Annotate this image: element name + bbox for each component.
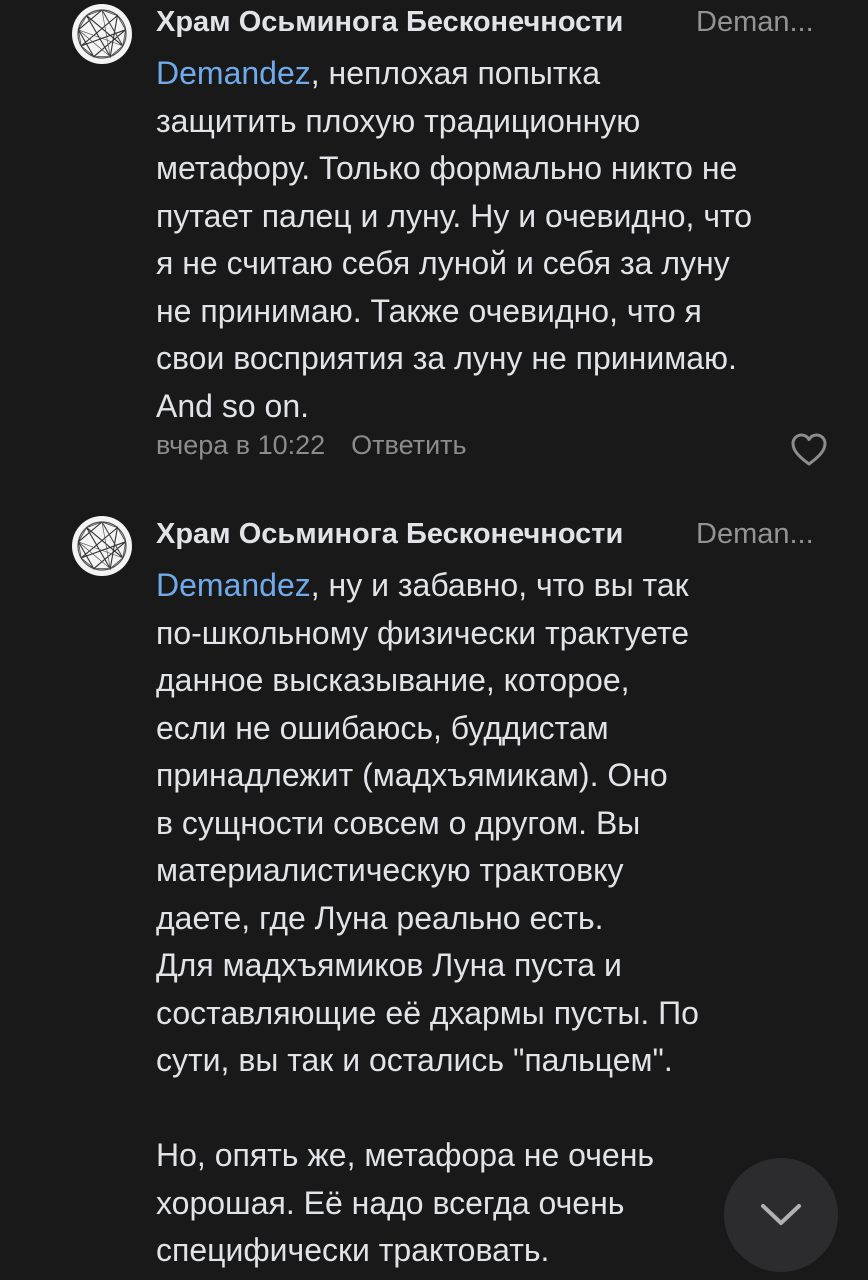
enneagram-star-icon [73,517,131,575]
comment-line: данное высказывание, которое, [156,662,630,698]
comment-line: принадлежит (мадхъямикам). Оно [156,757,668,793]
comment-line: , ну и забавно, что вы так [310,567,689,603]
comment-line: составляющие её дхармы пусты. По [156,994,699,1031]
comment-line: сути, вы так и остались "пальцем". [156,1042,673,1078]
comment-line: я не считаю себя луной и себя за луну [156,245,730,281]
avatar[interactable] [72,516,132,576]
comment-text: Demandez, неплохая попытка защитить плох… [156,50,856,430]
comment-line: материалистическую трактовку [156,852,624,888]
comment-line: путает палец и луну. Ну и очевидно, что [156,197,753,234]
comment-author[interactable]: Храм Осьминога Бесконечности [156,518,623,551]
comment-meta: вчера в 10:22 Ответить [156,430,467,461]
comment-line: если не ошибаюсь, буддистам [156,709,609,746]
comment-line: защитить плохую традиционную [156,102,641,139]
mention-link[interactable]: Demandez [156,567,311,603]
chevron-down-icon [761,1204,801,1225]
avatar[interactable] [72,4,132,64]
comment-line [156,1085,856,1133]
comment-line: метафору. Только формально никто не [156,150,738,186]
reply-button[interactable]: Ответить [351,430,466,460]
comment-author[interactable]: Храм Осьминога Бесконечности [156,6,623,39]
comment-line: по-школьному физически трактуете [156,614,690,651]
comment-line: даете, где Луна реально есть. [156,899,604,936]
mention-link[interactable]: Demandez [156,55,311,91]
comment-line: не принимаю. Также очевидно, что я [156,292,702,329]
comment-line: в сущности совсем о другом. Вы [156,804,641,841]
heart-outline-icon [791,433,827,466]
comment-line: And so on. [156,387,309,424]
like-button[interactable] [790,432,828,468]
reply-to-name[interactable]: Deman... [696,6,828,39]
scroll-down-button[interactable] [724,1158,838,1272]
comment-line: Для мадхъямиков Луна пуста и [156,947,622,983]
comment-timestamp: вчера в 10:22 [156,430,326,460]
reply-to-name[interactable]: Deman... [696,518,828,551]
enneagram-star-icon [73,5,131,63]
comment-line: свои восприятия за луну не принимаю. [156,340,737,376]
comment-line: , неплохая попытка [310,55,601,91]
